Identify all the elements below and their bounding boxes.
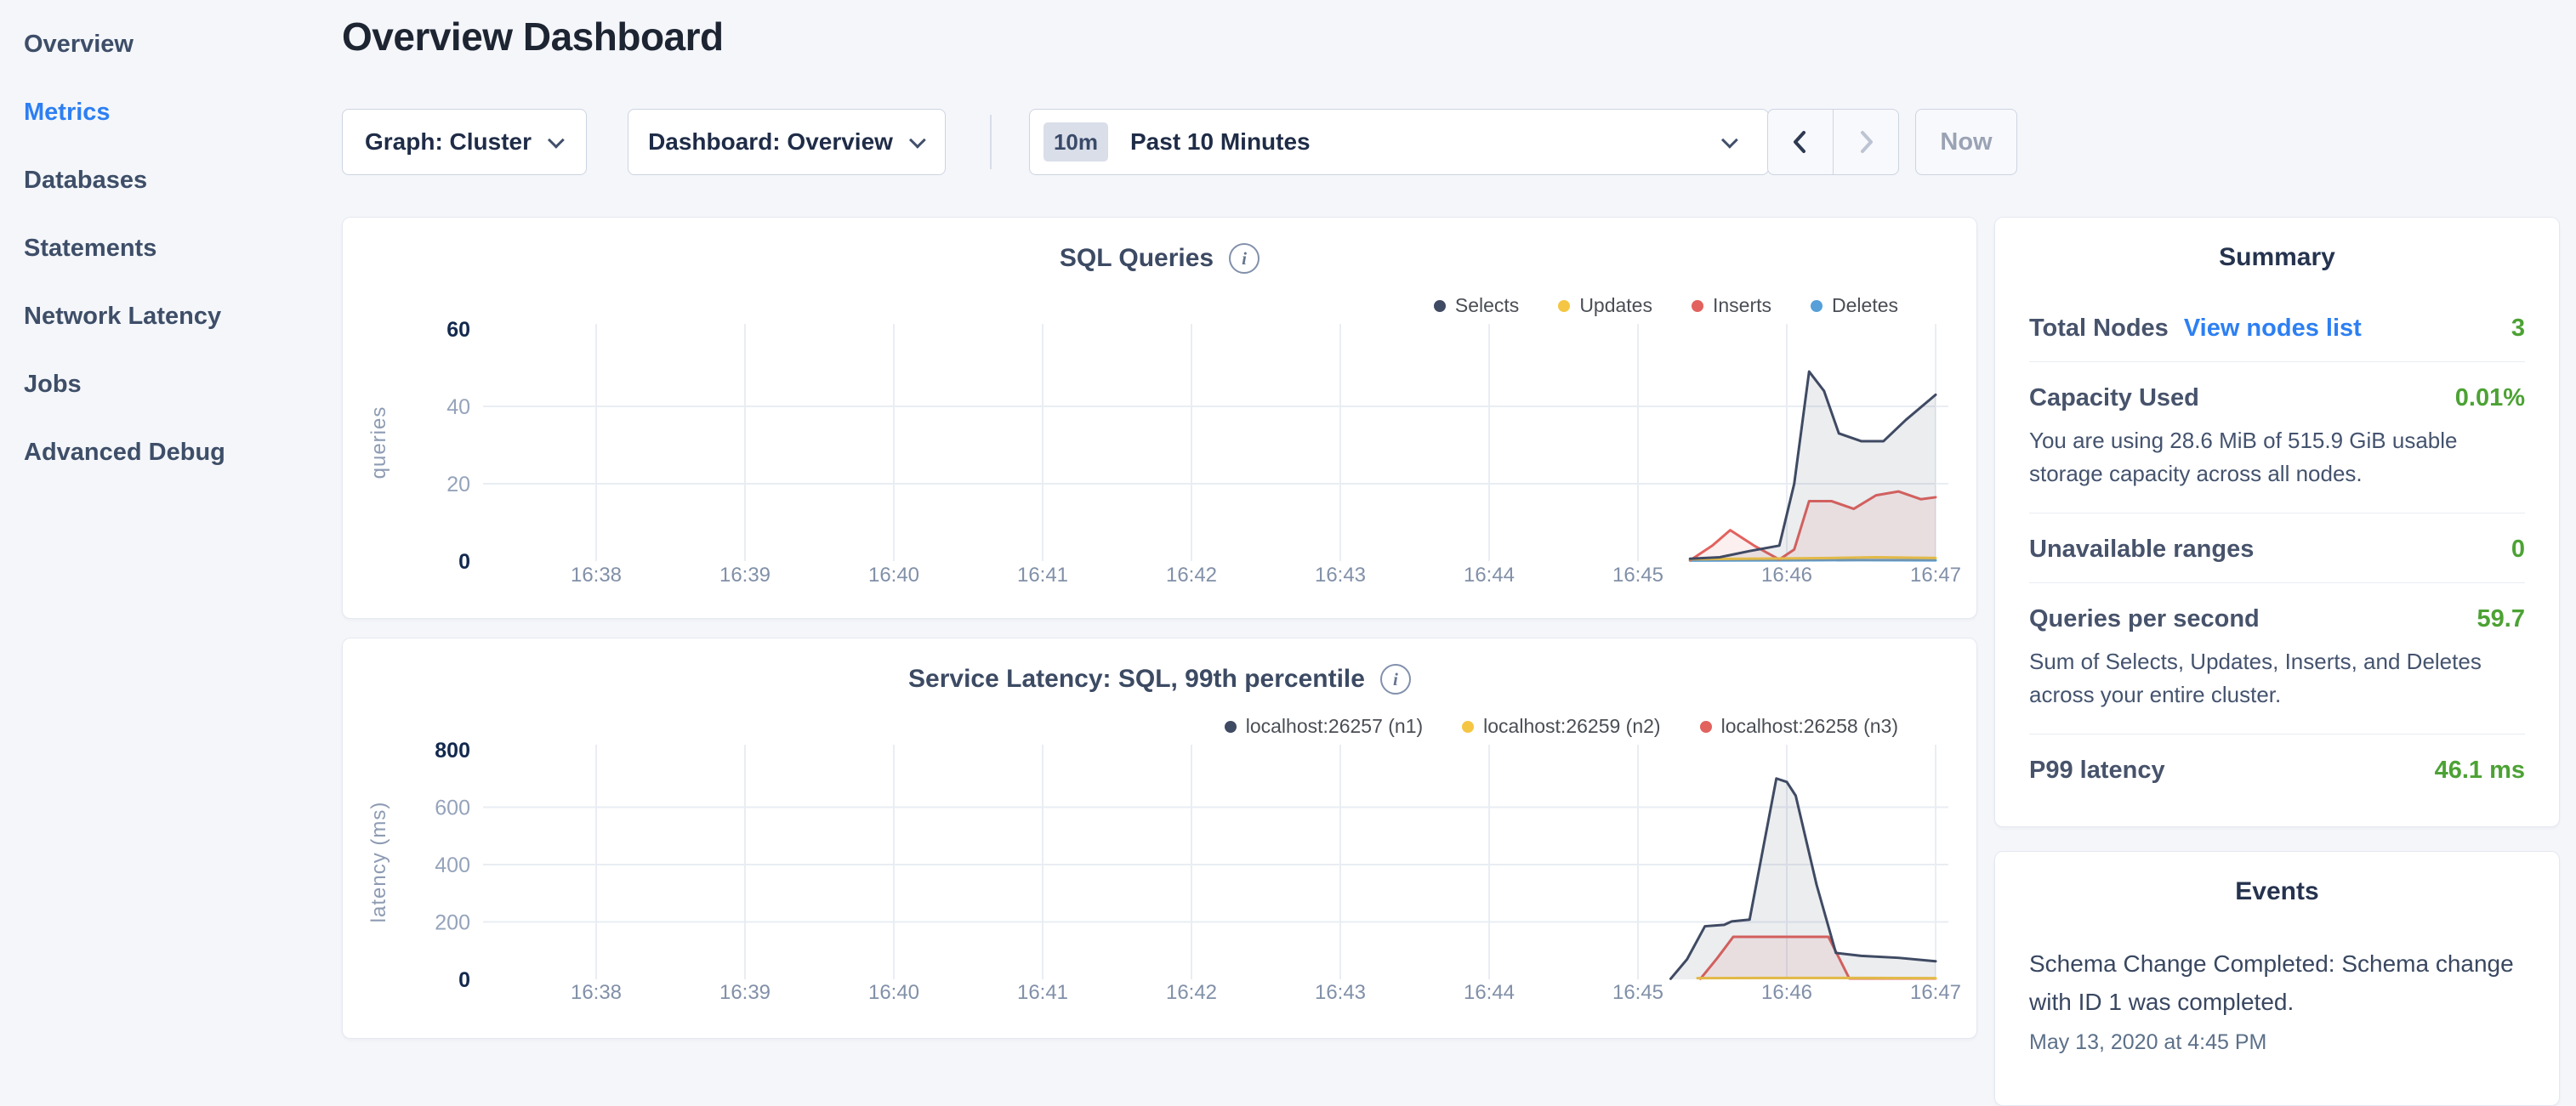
dashboard-label: Dashboard: Overview (648, 128, 893, 156)
p99-latency-label: P99 latency (2029, 757, 2165, 785)
time-step-back-button[interactable] (1768, 110, 1834, 174)
summary-row-p99: P99 latency 46.1 ms (2029, 734, 2525, 803)
x-tick-label: 16:41 (1017, 564, 1068, 587)
summary-row-capacity: Capacity Used 0.01% (2029, 362, 2525, 431)
x-tick-label: 16:41 (1017, 981, 1068, 1004)
sidebar-item-statements[interactable]: Statements (0, 214, 342, 282)
total-nodes-label: Total Nodes (2029, 315, 2169, 343)
y-axis-label: queries (367, 406, 390, 479)
x-tick-label: 16:45 (1612, 981, 1663, 1004)
chevron-right-icon (1855, 129, 1877, 155)
summary-row-total-nodes: Total Nodes View nodes list 3 (2029, 292, 2525, 361)
now-button[interactable]: Now (1915, 109, 2017, 175)
chevron-down-icon (548, 132, 565, 149)
y-axis-label: latency (ms) (367, 802, 390, 923)
x-tick-label: 16:43 (1315, 981, 1366, 1004)
events-panel: Events Schema Change Completed: Schema c… (1994, 851, 2560, 1106)
x-tick-label: 16:46 (1761, 981, 1812, 1004)
x-tick-label: 16:38 (571, 981, 622, 1004)
y-tick-label: 800 (435, 739, 470, 763)
sidebar-item-overview[interactable]: Overview (0, 10, 342, 78)
x-tick-label: 16:45 (1612, 564, 1663, 587)
qps-label: Queries per second (2029, 605, 2260, 633)
view-nodes-list-link[interactable]: View nodes list (2184, 315, 2362, 343)
graph-scope-dropdown[interactable]: Graph: Cluster (342, 109, 587, 175)
sidebar-item-databases[interactable]: Databases (0, 146, 342, 214)
chevron-down-icon (909, 132, 926, 149)
qps-description: Sum of Selects, Updates, Inserts, and De… (2029, 645, 2525, 734)
y-tick-label: 0 (458, 968, 470, 992)
y-tick-label: 400 (435, 854, 470, 877)
sidebar: Overview Metrics Databases Statements Ne… (0, 0, 342, 1051)
sidebar-item-metrics[interactable]: Metrics (0, 78, 342, 146)
x-tick-label: 16:39 (719, 564, 771, 587)
time-step-forward-button[interactable] (1834, 110, 1899, 174)
x-tick-label: 16:40 (868, 981, 919, 1004)
time-range-badge: 10m (1043, 122, 1108, 162)
x-tick-label: 16:42 (1166, 564, 1217, 587)
y-tick-label: 20 (446, 473, 470, 496)
summary-row-qps: Queries per second 59.7 (2029, 583, 2525, 652)
y-tick-label: 200 (435, 911, 470, 935)
sidebar-item-jobs[interactable]: Jobs (0, 350, 342, 418)
service-latency-chart[interactable]: 16:38 16:39 16:40 16:41 16:42 16:43 16:44 16:45… (343, 638, 1978, 1040)
time-step-buttons (1767, 109, 1899, 175)
event-message: Schema Change Completed: Schema change w… (2029, 945, 2525, 1022)
unavailable-ranges-value: 0 (2511, 536, 2525, 564)
db-console-page: Overview Metrics Databases Statements Ne… (0, 0, 2576, 1051)
chevron-left-icon (1789, 129, 1811, 155)
unavailable-ranges-label: Unavailable ranges (2029, 536, 2254, 564)
capacity-used-label: Capacity Used (2029, 384, 2199, 412)
series-area (1671, 779, 1936, 979)
p99-latency-value: 46.1 ms (2435, 757, 2525, 785)
graph-scope-label: Graph: Cluster (365, 128, 532, 156)
x-tick-label: 16:46 (1761, 564, 1812, 587)
sql-queries-chart[interactable]: 16:38 16:39 16:40 16:41 16:42 16:43 16:44 16:45… (343, 218, 1978, 620)
page-title: Overview Dashboard (342, 14, 724, 60)
x-tick-label: 16:47 (1910, 564, 1961, 587)
y-tick-label: 40 (446, 395, 470, 419)
sidebar-item-advanced-debug[interactable]: Advanced Debug (0, 418, 342, 486)
summary-row-unavailable-ranges: Unavailable ranges 0 (2029, 513, 2525, 582)
events-title: Events (2029, 877, 2525, 906)
x-tick-label: 16:40 (868, 564, 919, 587)
x-tick-label: 16:44 (1464, 564, 1515, 587)
x-tick-label: 16:44 (1464, 981, 1515, 1004)
total-nodes-value: 3 (2511, 315, 2525, 343)
y-tick-label: 0 (458, 550, 470, 574)
chevron-down-icon (1721, 132, 1738, 149)
time-range-dropdown[interactable]: 10m Past 10 Minutes (1029, 109, 1769, 175)
capacity-used-description: You are using 28.6 MiB of 515.9 GiB usab… (2029, 424, 2525, 513)
capacity-used-value: 0.01% (2455, 384, 2525, 412)
time-range-label: Past 10 Minutes (1130, 128, 1311, 156)
sql-queries-chart-card: SQL Queries i SelectsUpdatesInsertsDelet… (342, 217, 1977, 619)
x-tick-label: 16:38 (571, 564, 622, 587)
y-tick-label: 60 (446, 318, 470, 342)
y-tick-label: 600 (435, 797, 470, 820)
dashboard-dropdown[interactable]: Dashboard: Overview (628, 109, 946, 175)
x-tick-label: 16:42 (1166, 981, 1217, 1004)
service-latency-chart-card: Service Latency: SQL, 99th percentile i … (342, 638, 1977, 1039)
toolbar-divider (990, 115, 992, 169)
x-tick-label: 16:47 (1910, 981, 1961, 1004)
x-tick-label: 16:43 (1315, 564, 1366, 587)
summary-panel: Summary Total Nodes View nodes list 3 Ca… (1994, 217, 2560, 827)
x-tick-label: 16:39 (719, 981, 771, 1004)
summary-title: Summary (2029, 243, 2525, 272)
qps-value: 59.7 (2477, 605, 2525, 633)
event-timestamp: May 13, 2020 at 4:45 PM (2029, 1030, 2525, 1055)
sidebar-item-network-latency[interactable]: Network Latency (0, 282, 342, 350)
